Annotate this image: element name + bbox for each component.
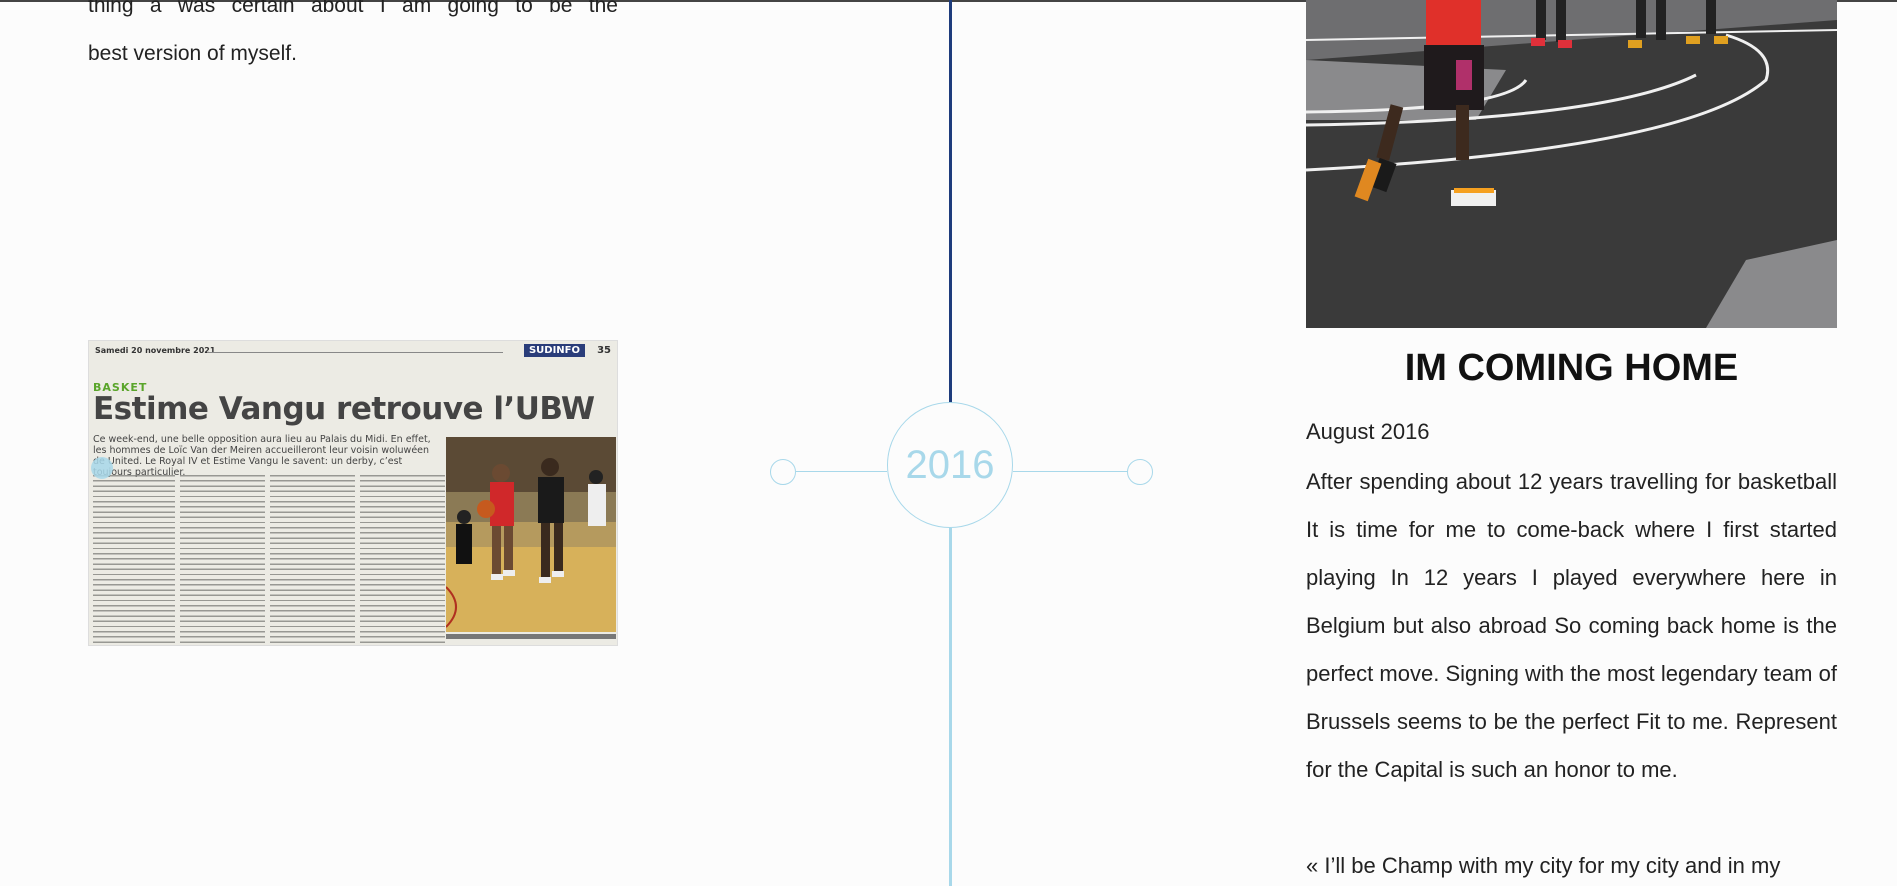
- left-text-line-1: thing a was certain about I am going to …: [88, 0, 618, 17]
- newspaper-date: Samedi 20 novembre 2021: [95, 346, 216, 355]
- left-story-text: thing a was certain about I am going to …: [88, 0, 618, 78]
- card-body: After spending about 12 years travelling…: [1306, 469, 1837, 782]
- newspaper-lead: Ce week-end, une belle opposition aura l…: [93, 434, 431, 478]
- card-quote: « I’ll be Champ with my city for my city…: [1306, 853, 1781, 878]
- newspaper-page-number: 35: [597, 345, 611, 356]
- timeline-arm-left: [796, 471, 887, 472]
- newspaper-headline: Estime Vangu retrouve l’UBW: [93, 391, 595, 427]
- basketball-court-photo: [1306, 0, 1837, 328]
- newspaper-basketball-photo: [446, 437, 616, 632]
- card-title: IM COMING HOME: [1404, 347, 1739, 389]
- newspaper-clipping-image: Samedi 20 novembre 2021 SUDINFO 35 BASKE…: [88, 340, 618, 646]
- newspaper-brand: SUDINFO: [523, 344, 585, 357]
- timeline-node-right: [1127, 459, 1153, 485]
- timeline-year-circle: 2016: [887, 402, 1013, 528]
- card-date: August 2016: [1306, 419, 1430, 444]
- newspaper-photo-caption: [446, 634, 616, 639]
- timeline-year: 2016: [905, 442, 995, 487]
- timeline-arm-right: [1013, 471, 1131, 472]
- left-text-line-2: best version of myself.: [88, 42, 297, 65]
- timeline-line-upper: [949, 0, 952, 403]
- newspaper-header: Samedi 20 novembre 2021 SUDINFO 35: [95, 344, 613, 359]
- timeline-node-left: [770, 459, 796, 485]
- timeline-marker-dot: [91, 457, 113, 479]
- timeline-line-lower: [949, 528, 952, 886]
